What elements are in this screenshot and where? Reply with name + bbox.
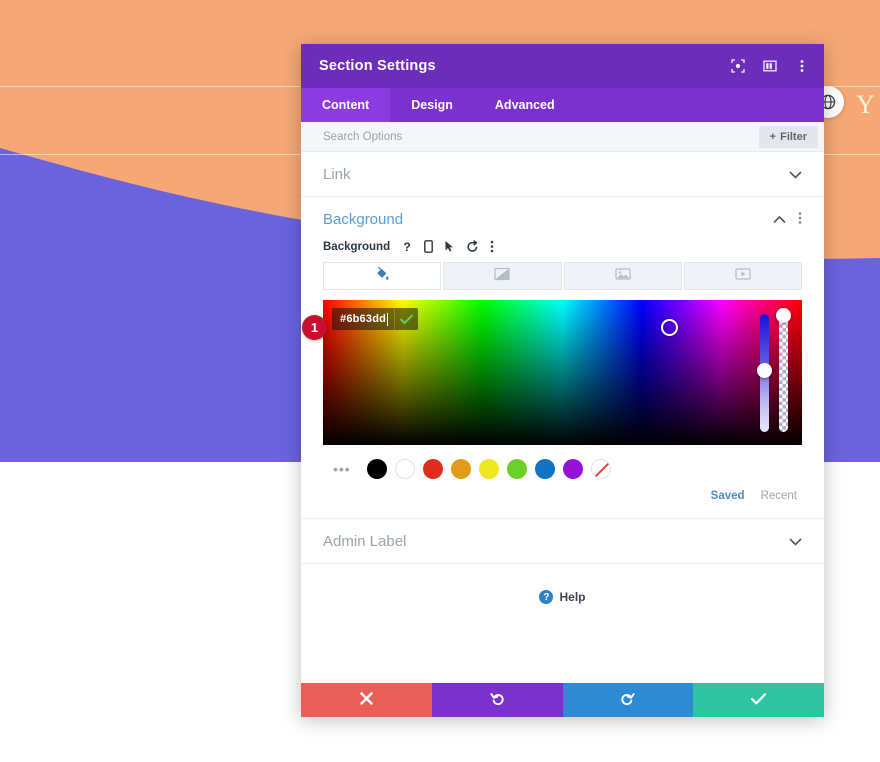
ellipsis-icon[interactable]: •••	[333, 461, 351, 477]
swatch-source-tabs: Saved Recent	[323, 490, 802, 502]
screenshot-root: Y Section Settings Content Design Advanc…	[0, 0, 880, 762]
tab-saved[interactable]: Saved	[711, 490, 745, 502]
text-caret	[387, 312, 389, 326]
plus-icon: +	[769, 130, 777, 143]
background-color-tab[interactable]	[323, 262, 442, 290]
alpha-slider[interactable]	[776, 308, 791, 432]
modal-header-actions	[730, 58, 810, 74]
background-field-row: Background ?	[323, 240, 802, 253]
background-image-tab[interactable]	[563, 262, 682, 290]
close-icon	[360, 692, 373, 708]
swatch-black[interactable]	[366, 459, 387, 479]
search-bar: Search Options + Filter	[301, 122, 824, 152]
swatch-blue[interactable]	[534, 459, 555, 479]
hover-cursor-icon[interactable]	[444, 240, 455, 253]
swatch-yellow[interactable]	[478, 459, 499, 479]
hex-input-group: #6b63dd	[332, 308, 419, 330]
redo-button[interactable]	[562, 683, 694, 717]
tab-design-label: Design	[411, 98, 453, 112]
filter-button-label: Filter	[780, 130, 807, 143]
video-icon	[735, 267, 751, 286]
tab-content[interactable]: Content	[301, 88, 391, 122]
background-gradient-tab[interactable]	[443, 262, 562, 290]
background-section-title: Background	[323, 211, 404, 228]
color-picker-gradient[interactable]: #6b63dd	[323, 300, 802, 445]
image-icon	[615, 267, 631, 286]
hue-slider[interactable]	[757, 314, 772, 432]
search-input[interactable]: Search Options	[323, 131, 759, 143]
split-view-icon[interactable]	[762, 58, 778, 74]
swatch-white[interactable]	[394, 459, 415, 479]
accordion-link-label: Link	[323, 165, 351, 183]
background-type-tabs	[323, 262, 802, 290]
more-options-icon[interactable]	[794, 58, 810, 74]
modal-footer	[301, 683, 824, 717]
accordion-admin-label-label: Admin Label	[323, 532, 407, 550]
swatch-purple[interactable]	[562, 459, 583, 479]
tab-recent[interactable]: Recent	[761, 490, 797, 502]
undo-icon	[489, 691, 505, 709]
background-section-header: Background	[323, 211, 802, 228]
chevron-down-icon[interactable]	[789, 167, 802, 182]
modal-tabs: Content Design Advanced	[301, 88, 824, 122]
filter-button[interactable]: + Filter	[758, 125, 818, 148]
color-swatches: •••	[323, 459, 802, 479]
hex-input[interactable]: #6b63dd	[332, 308, 394, 330]
hue-slider-knob[interactable]	[757, 363, 772, 378]
check-icon[interactable]	[394, 308, 418, 330]
expand-icon[interactable]	[730, 58, 746, 74]
swatch-red[interactable]	[422, 459, 443, 479]
accordion-link[interactable]: Link	[301, 152, 824, 197]
cancel-button[interactable]	[301, 683, 432, 717]
background-field-label: Background	[323, 240, 391, 253]
paint-bucket-icon	[374, 266, 390, 287]
step-badge-1: 1	[302, 315, 327, 340]
modal-header: Section Settings	[301, 44, 824, 88]
color-picker-handle[interactable]	[661, 319, 678, 336]
redo-icon	[620, 691, 636, 709]
hex-input-value: #6b63dd	[340, 313, 387, 325]
site-letter: Y	[856, 90, 876, 119]
responsive-mobile-icon[interactable]	[424, 240, 433, 253]
help-label: Help	[559, 590, 586, 604]
help-link[interactable]: ? Help	[301, 564, 824, 630]
section-settings-modal: Section Settings Content Design Advanced…	[301, 44, 824, 717]
background-section: Background Background ? #6b63dd ••• Save…	[301, 197, 824, 519]
swatch-green[interactable]	[506, 459, 527, 479]
question-icon: ?	[539, 590, 554, 604]
chevron-down-icon[interactable]	[789, 534, 802, 549]
check-icon	[751, 692, 767, 708]
reset-icon[interactable]	[466, 240, 479, 253]
more-options-icon[interactable]	[798, 211, 802, 228]
more-options-icon[interactable]	[490, 240, 494, 253]
accordion-admin-label[interactable]: Admin Label	[301, 519, 824, 564]
tab-design[interactable]: Design	[390, 88, 474, 122]
swatch-transparent[interactable]	[590, 459, 611, 479]
gradient-icon	[494, 267, 510, 286]
tab-advanced[interactable]: Advanced	[474, 88, 576, 122]
tab-advanced-label: Advanced	[494, 98, 555, 112]
undo-button[interactable]	[431, 683, 563, 717]
svg-text:?: ?	[403, 240, 410, 253]
swatch-orange[interactable]	[450, 459, 471, 479]
help-icon[interactable]: ?	[401, 240, 413, 253]
save-button[interactable]	[693, 683, 824, 717]
modal-body: Link Background Background ? #6b63dd •••…	[301, 152, 824, 683]
page-title: Section Settings	[319, 58, 436, 74]
tab-content-label: Content	[322, 98, 370, 112]
alpha-slider-knob[interactable]	[776, 308, 791, 323]
chevron-up-icon[interactable]	[773, 213, 786, 227]
background-video-tab[interactable]	[683, 262, 802, 290]
